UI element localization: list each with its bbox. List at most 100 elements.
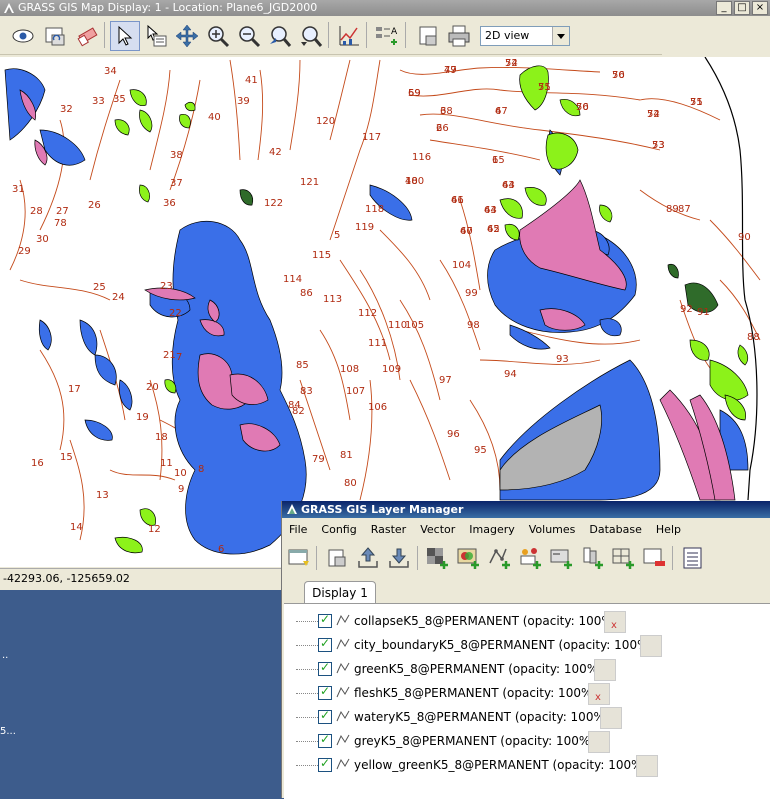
layer-manager-title: GRASS GIS Layer Manager: [301, 503, 464, 516]
save-workspace-icon[interactable]: [386, 545, 412, 571]
svg-text:x: x: [595, 692, 601, 703]
contour-label: 109: [382, 364, 401, 375]
layer-visibility-checkbox[interactable]: [318, 636, 332, 652]
menu-help[interactable]: Help: [649, 520, 688, 540]
grass-logo-icon: [4, 3, 14, 13]
layer-options-icon[interactable]: [640, 635, 662, 657]
contour-label: 69: [408, 88, 421, 99]
query-icon[interactable]: [141, 21, 171, 51]
analyze-icon[interactable]: [334, 21, 364, 51]
new-workspace-icon[interactable]: [324, 545, 350, 571]
contour-label: 83: [300, 386, 313, 397]
chevron-down-icon[interactable]: [552, 27, 569, 45]
layer-options-icon[interactable]: [600, 707, 622, 729]
layer-options-icon[interactable]: x: [588, 683, 610, 705]
zoom-out-icon[interactable]: [234, 21, 264, 51]
tab-display-1[interactable]: Display 1: [304, 581, 376, 604]
contour-label: 86: [300, 288, 313, 299]
menu-raster[interactable]: Raster: [364, 520, 413, 540]
layer-label[interactable]: collapseK5_8@PERMANENT (opacity: 100%): [354, 614, 617, 628]
maximize-button[interactable]: □: [734, 1, 750, 15]
layer-label[interactable]: fleshK5_8@PERMANENT (opacity: 100%): [354, 686, 597, 700]
contour-label: 99: [465, 288, 478, 299]
contour-label: 75: [690, 97, 703, 108]
pointer-icon[interactable]: [110, 21, 140, 51]
layer-visibility-checkbox[interactable]: [318, 708, 332, 724]
redraw-icon[interactable]: [40, 21, 70, 51]
contour-label: 100: [405, 176, 424, 187]
layer-options-icon[interactable]: [594, 659, 616, 681]
print-icon[interactable]: [444, 21, 474, 51]
new-display-icon[interactable]: [286, 545, 312, 571]
layer-label[interactable]: greyK5_8@PERMANENT (opacity: 100%): [354, 734, 595, 748]
zoom-in-icon[interactable]: [203, 21, 233, 51]
layer-row[interactable]: city_boundaryK5_8@PERMANENT (opacity: 10…: [284, 633, 770, 657]
zoom-back-icon[interactable]: [265, 21, 295, 51]
map-title-bar[interactable]: GRASS GIS Map Display: 1 - Location: Pla…: [0, 0, 770, 16]
remove-layer-icon[interactable]: [641, 545, 667, 571]
contour-label: 79: [312, 454, 325, 465]
add-overlay-icon[interactable]: [610, 545, 636, 571]
layer-label[interactable]: wateryK5_8@PERMANENT (opacity: 100%): [354, 710, 610, 724]
contour-label: 24: [112, 292, 125, 303]
layer-options-icon[interactable]: [588, 731, 610, 753]
add-vector-icon[interactable]: [486, 545, 512, 571]
contour-label: 34: [104, 66, 117, 77]
menu-config[interactable]: Config: [314, 520, 363, 540]
layer-manager-title-bar[interactable]: GRASS GIS Layer Manager: [282, 501, 770, 518]
layer-label[interactable]: city_boundaryK5_8@PERMANENT (opacity: 10…: [354, 638, 653, 652]
menu-vector[interactable]: Vector: [413, 520, 462, 540]
menu-database[interactable]: Database: [582, 520, 649, 540]
contour-label: 28: [30, 206, 43, 217]
layer-row[interactable]: greyK5_8@PERMANENT (opacity: 100%): [284, 729, 770, 753]
contour-label: 82: [292, 406, 305, 417]
zoom-menu-icon[interactable]: [296, 21, 326, 51]
layer-row[interactable]: collapseK5_8@PERMANENT (opacity: 100%) x: [284, 609, 770, 633]
layer-label[interactable]: yellow_greenK5_8@PERMANENT (opacity: 100…: [354, 758, 647, 772]
layer-row[interactable]: fleshK5_8@PERMANENT (opacity: 100%) x: [284, 681, 770, 705]
minimize-button[interactable]: _: [716, 1, 732, 15]
contour-label: 42: [269, 147, 282, 158]
add-group-icon[interactable]: [579, 545, 605, 571]
contour-label: 30: [36, 234, 49, 245]
add-raster-icon[interactable]: [424, 545, 450, 571]
view-mode-select[interactable]: 2D view: [480, 26, 570, 46]
layer-label[interactable]: greenK5_8@PERMANENT (opacity: 100%): [354, 662, 603, 676]
map-canvas[interactable]: 49 50515253545556593 421434445464748116117…: [0, 57, 770, 567]
layer-visibility-checkbox[interactable]: [318, 684, 332, 700]
contour-label: 66: [436, 123, 449, 134]
coordinate-readout: -42293.06, -125659.02: [3, 572, 130, 585]
menu-file[interactable]: File: [282, 520, 314, 540]
open-workspace-icon[interactable]: [355, 545, 381, 571]
layer-row[interactable]: greenK5_8@PERMANENT (opacity: 100%): [284, 657, 770, 681]
contour-label: 6: [218, 544, 224, 555]
contour-label: 19: [136, 412, 149, 423]
display-map-icon[interactable]: [8, 21, 38, 51]
contour-label: 5: [334, 230, 340, 241]
layer-visibility-checkbox[interactable]: [318, 660, 332, 676]
add-rgb-icon[interactable]: [455, 545, 481, 571]
layer-options-icon[interactable]: [636, 755, 658, 777]
add-command-icon[interactable]: [548, 545, 574, 571]
layer-visibility-checkbox[interactable]: [318, 612, 332, 628]
layer-visibility-checkbox[interactable]: [318, 756, 332, 772]
menu-bar: File Config Raster Vector Imagery Volume…: [282, 520, 770, 540]
layer-options-icon[interactable]: x: [604, 611, 626, 633]
decoration-icon[interactable]: A: [372, 21, 402, 51]
close-button[interactable]: ×: [752, 1, 768, 15]
contour-label: 78: [54, 218, 67, 229]
contour-label: 12: [148, 524, 161, 535]
contour-label: 60: [460, 226, 473, 237]
layer-row[interactable]: yellow_greenK5_8@PERMANENT (opacity: 100…: [284, 753, 770, 777]
menu-imagery[interactable]: Imagery: [462, 520, 521, 540]
erase-icon[interactable]: [72, 21, 102, 51]
menu-volumes[interactable]: Volumes: [522, 520, 583, 540]
attribute-table-icon[interactable]: [680, 545, 706, 571]
contour-label: 122: [264, 198, 283, 209]
save-icon[interactable]: [413, 21, 443, 51]
coordinate-status-bar: -42293.06, -125659.02: [0, 568, 285, 589]
layer-row[interactable]: wateryK5_8@PERMANENT (opacity: 100%): [284, 705, 770, 729]
pan-icon[interactable]: [172, 21, 202, 51]
add-thematic-icon[interactable]: [517, 545, 543, 571]
layer-visibility-checkbox[interactable]: [318, 732, 332, 748]
